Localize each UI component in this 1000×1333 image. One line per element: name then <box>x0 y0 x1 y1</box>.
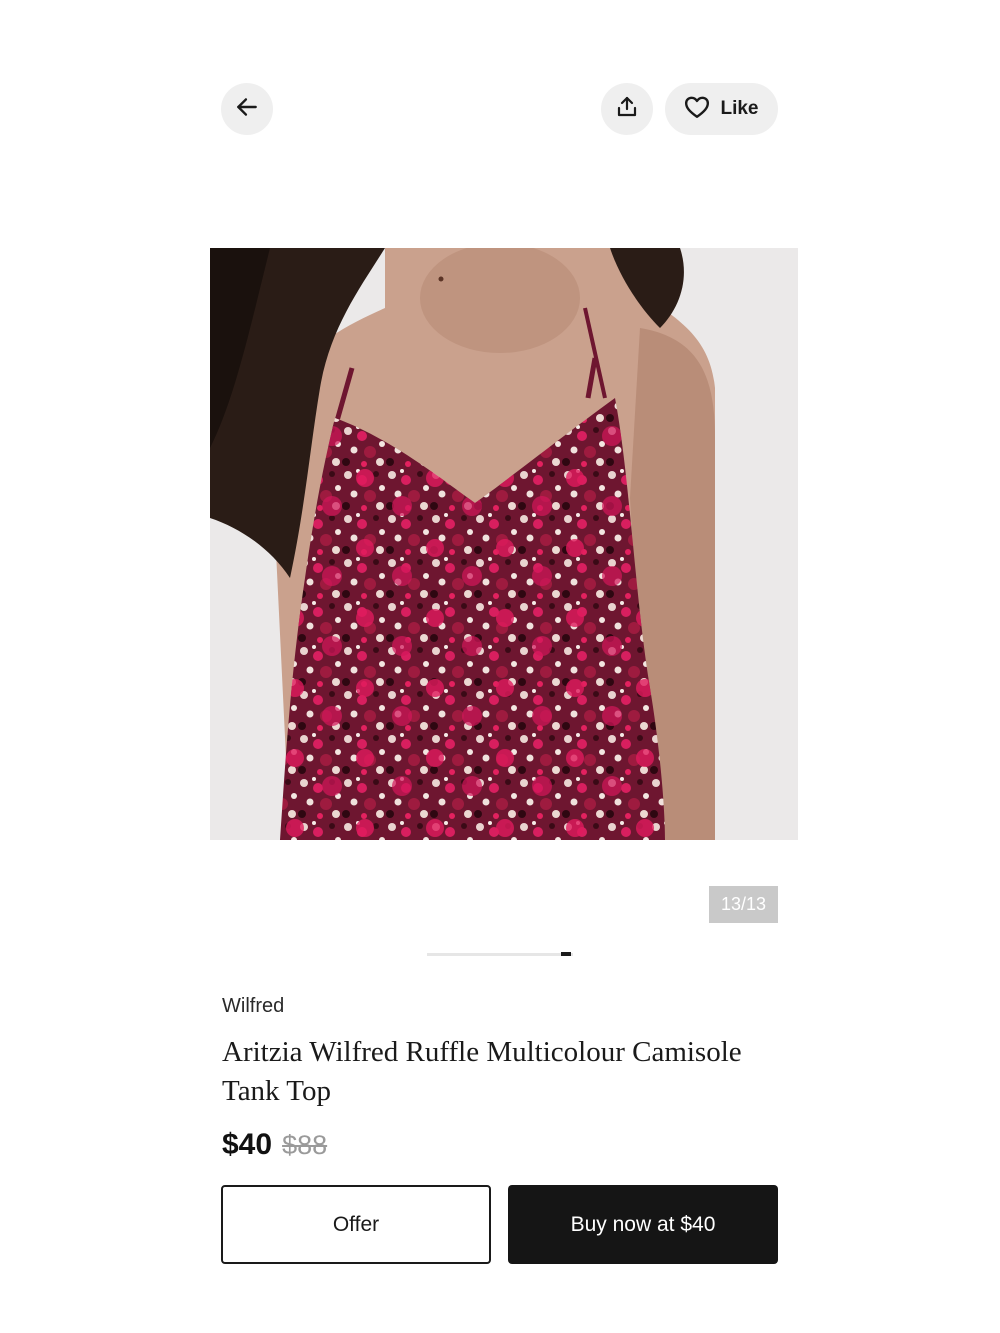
original-price: $88 <box>282 1130 328 1160</box>
back-button[interactable] <box>221 83 273 135</box>
price-row: $40 $88 <box>222 1128 327 1162</box>
arrow-left-icon <box>234 94 260 125</box>
share-icon <box>615 95 639 124</box>
brand-name[interactable]: Wilfred <box>222 995 284 1018</box>
pager-indicator <box>561 952 571 956</box>
current-price: $40 <box>222 1128 273 1161</box>
offer-button[interactable]: Offer <box>221 1185 491 1264</box>
image-counter: 13/13 <box>709 886 778 923</box>
like-label: Like <box>720 98 759 119</box>
buy-now-button[interactable]: Buy now at $40 <box>508 1185 778 1264</box>
share-button[interactable] <box>601 83 653 135</box>
product-title: Aritzia Wilfred Ruffle Multicolour Camis… <box>222 1036 742 1107</box>
product-image[interactable] <box>210 248 798 840</box>
gallery-pager <box>427 952 573 956</box>
heart-icon <box>684 95 710 124</box>
like-button[interactable]: Like <box>665 83 778 135</box>
